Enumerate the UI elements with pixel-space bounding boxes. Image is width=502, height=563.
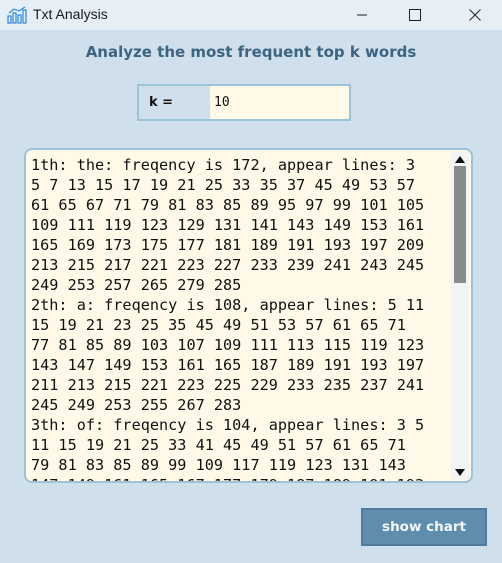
- result-line: 5 7 13 15 17 19 21 25 33 35 37 45 49 53 …: [31, 176, 416, 194]
- results-text-area[interactable]: 1th: the: freqency is 172, appear lines:…: [24, 148, 473, 483]
- title-bar: Txt Analysis: [0, 0, 502, 30]
- result-line: 1th: the: freqency is 172, appear lines:…: [31, 156, 416, 174]
- scrollbar-thumb[interactable]: [454, 166, 466, 283]
- result-line: 249 253 257 265 279 285: [31, 276, 242, 294]
- result-line: 109 111 119 123 129 131 141 143 149 153 …: [31, 216, 425, 234]
- maximize-icon: [409, 9, 421, 21]
- result-line: 147 149 161 165 167 177 179 187 189 191 …: [31, 475, 451, 481]
- k-label: k =: [137, 84, 212, 121]
- results-text: 1th: the: freqency is 172, appear lines:…: [31, 155, 451, 481]
- scroll-down-arrow-icon[interactable]: [451, 465, 469, 479]
- result-line: 2th: a: freqency is 108, appear lines: 5…: [31, 296, 425, 314]
- minimize-button[interactable]: [339, 0, 385, 30]
- result-line: 77 81 85 89 103 107 109 111 113 115 119 …: [31, 336, 425, 354]
- show-chart-button[interactable]: show chart: [361, 508, 487, 546]
- scroll-up-arrow-icon[interactable]: [451, 152, 469, 166]
- result-line: 143 147 149 153 161 165 187 189 191 193 …: [31, 356, 425, 374]
- result-line: 79 81 83 85 89 99 109 117 119 123 131 14…: [31, 456, 406, 474]
- result-line: 245 249 253 255 267 283: [31, 396, 242, 414]
- result-line: 211 213 215 221 223 225 229 233 235 237 …: [31, 376, 425, 394]
- result-line: 11 15 19 21 25 33 41 45 49 51 57 61 65 7…: [31, 436, 406, 454]
- close-button[interactable]: [452, 0, 498, 30]
- result-line: 15 19 21 23 25 35 45 49 51 53 57 61 65 7…: [31, 316, 406, 334]
- result-line: 213 215 217 221 223 227 233 239 241 243 …: [31, 256, 425, 274]
- window-title: Txt Analysis: [33, 6, 108, 22]
- result-line: 3th: of: freqency is 104, appear lines: …: [31, 416, 425, 434]
- k-input[interactable]: [210, 84, 351, 121]
- bar-chart-icon: [7, 6, 27, 24]
- maximize-button[interactable]: [392, 0, 438, 30]
- minimize-icon: [357, 14, 367, 16]
- result-line: 61 65 67 71 79 81 83 85 89 95 97 99 101 …: [31, 196, 425, 214]
- result-line: 165 169 173 175 177 181 189 191 193 197 …: [31, 236, 425, 254]
- results-scrollbar[interactable]: [451, 152, 469, 479]
- page-heading: Analyze the most frequent top k words: [85, 43, 417, 61]
- close-icon: [469, 9, 481, 21]
